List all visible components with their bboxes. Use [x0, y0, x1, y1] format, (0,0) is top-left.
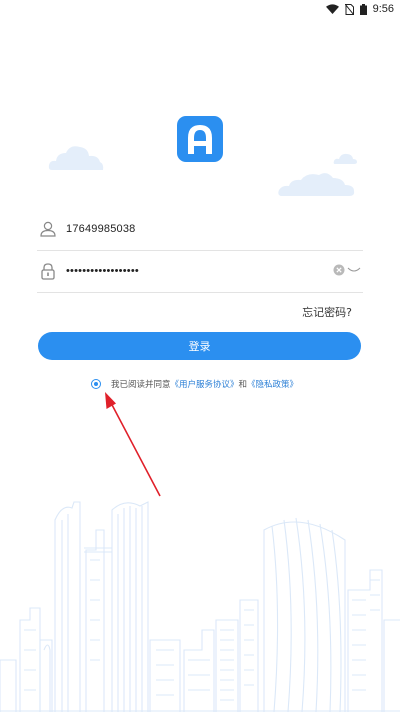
eye-closed-icon[interactable] [347, 265, 361, 275]
wifi-icon [325, 4, 339, 14]
cloud-small-decoration [333, 153, 357, 164]
password-input[interactable]: •••••••••••••••••• [66, 265, 139, 277]
service-agreement-link[interactable]: 《用户服务协议》 [171, 378, 239, 390]
phone-field[interactable]: 17649985038 [37, 208, 363, 251]
cloud-right-decoration [278, 173, 355, 196]
phone-input[interactable]: 17649985038 [66, 223, 136, 235]
status-time: 9:56 [372, 3, 394, 15]
cloud-left-decoration [48, 146, 104, 170]
password-field[interactable]: •••••••••••••••••• [37, 250, 363, 293]
agreement-conjunction: 和 [238, 380, 248, 390]
privacy-policy-link[interactable]: 《隐私政策》 [247, 378, 298, 390]
lock-icon [41, 263, 55, 280]
app-logo-icon [177, 116, 223, 162]
no-sim-icon [344, 3, 354, 15]
user-icon [40, 221, 56, 237]
status-bar: 9:56 [0, 0, 400, 20]
city-skyline-illustration [0, 501, 400, 712]
agreement-radio[interactable] [91, 379, 101, 389]
agreement-row: 我已阅读并同意 《用户服务协议》 和 《隐私政策》 [91, 378, 298, 390]
forgot-password-link[interactable]: 忘记密码? [302, 304, 352, 320]
battery-icon [359, 3, 367, 15]
agreement-prefix: 我已阅读并同意 [111, 380, 171, 390]
clear-icon[interactable] [333, 264, 345, 276]
login-button[interactable]: 登录 [38, 332, 361, 360]
